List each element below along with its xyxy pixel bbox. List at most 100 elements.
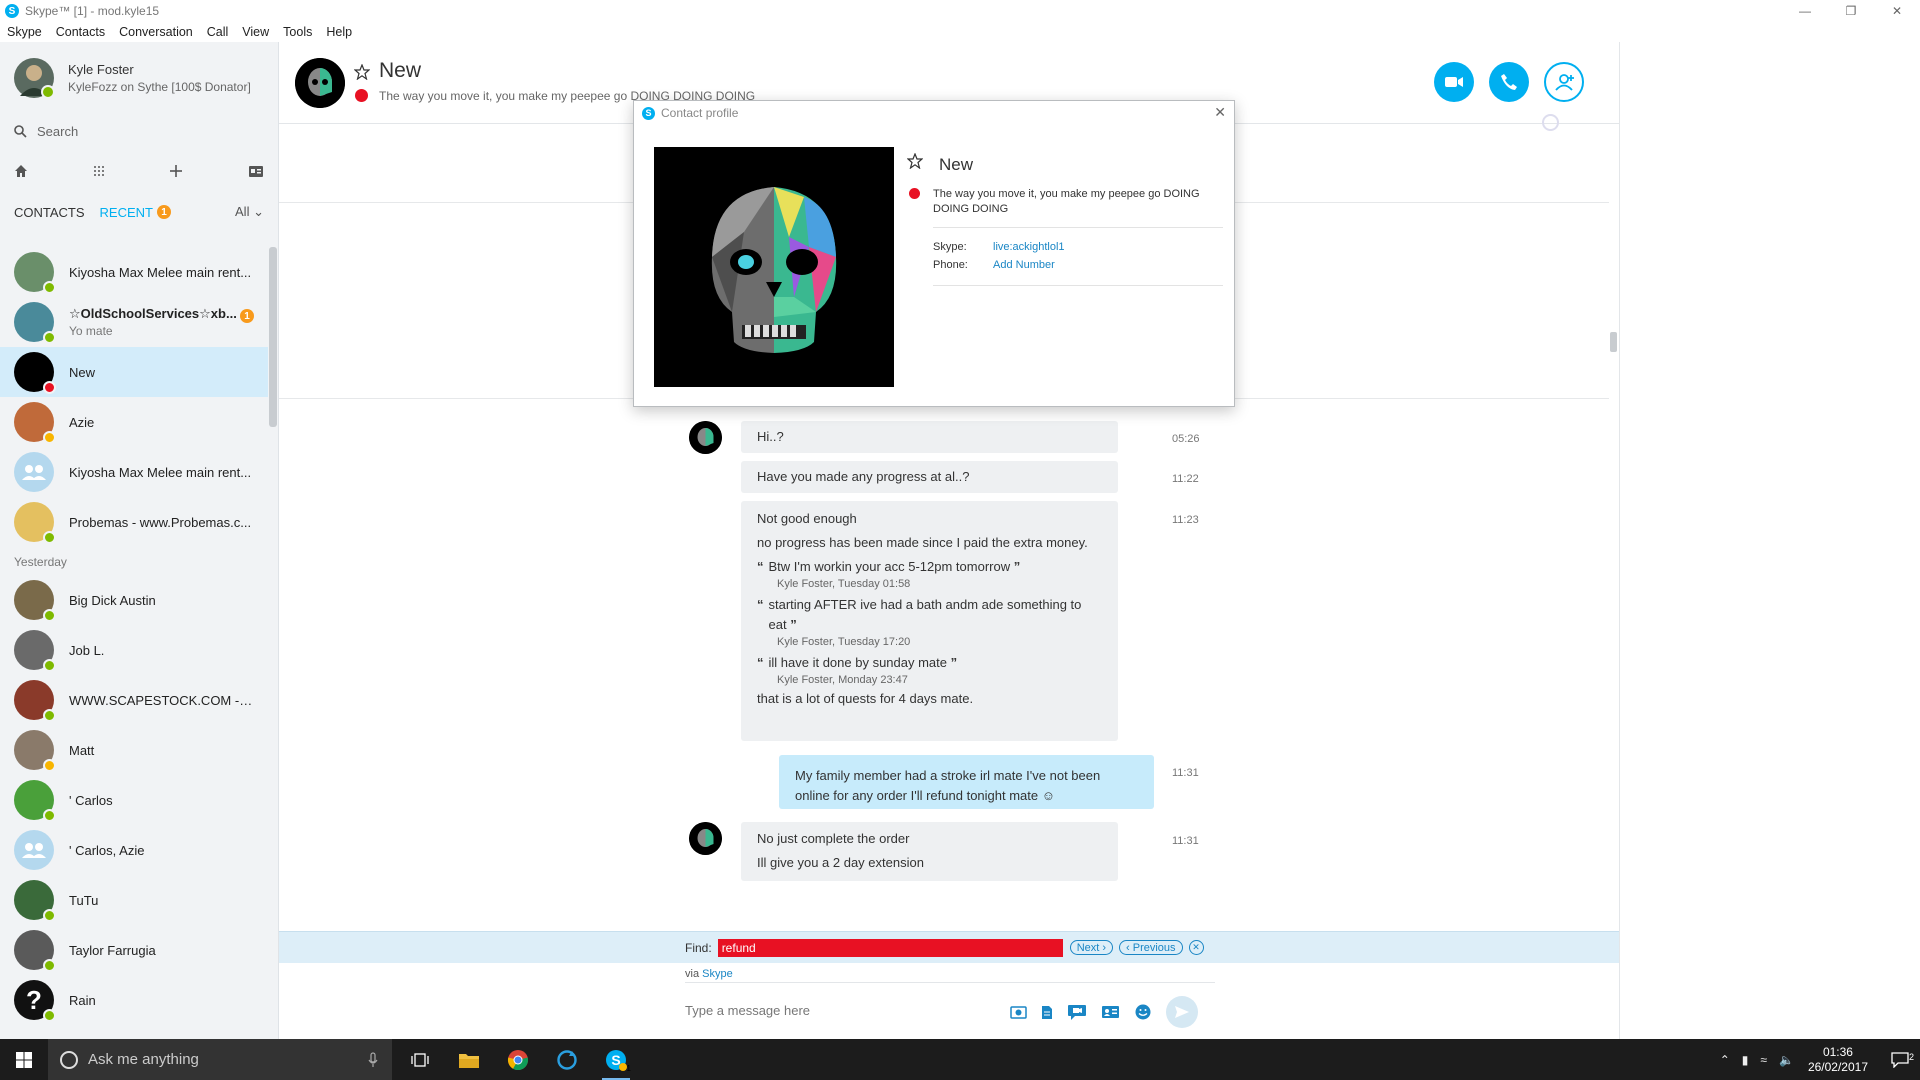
send-button[interactable] <box>1166 996 1198 1028</box>
file-explorer-button[interactable] <box>455 1046 483 1074</box>
contact-name: Big Dick Austin <box>69 592 156 608</box>
status-online-icon <box>43 809 56 822</box>
status-online-icon <box>43 709 56 722</box>
sidebar-item-contact[interactable]: Probemas - www.Probemas.c... <box>0 497 268 547</box>
add-icon[interactable] <box>169 164 183 178</box>
video-message-icon[interactable] <box>1067 1004 1087 1021</box>
conversation-scrollbar[interactable] <box>1610 332 1617 352</box>
send-image-icon[interactable] <box>1010 1005 1027 1019</box>
chevron-up-icon[interactable]: ⌃ <box>1720 1053 1730 1067</box>
group-icon <box>22 465 46 480</box>
via-label: via Skype <box>685 968 733 980</box>
message-bubble[interactable]: Not good enough no progress has been mad… <box>741 501 1118 741</box>
emoticon-icon[interactable] <box>1134 1003 1152 1021</box>
menu-call[interactable]: Call <box>200 25 236 39</box>
status-online-icon <box>43 659 56 672</box>
send-contact-icon[interactable] <box>1101 1005 1120 1019</box>
skype-taskbar-button[interactable]: S 1 <box>602 1046 631 1080</box>
message-bubble[interactable]: No just complete the order Ill give you … <box>741 822 1118 881</box>
favorite-star-icon[interactable] <box>354 64 370 80</box>
sync-app-button[interactable] <box>553 1046 581 1074</box>
dialpad-icon[interactable] <box>93 165 105 177</box>
sidebar-item-contact[interactable]: ' Carlos, Azie <box>0 825 268 875</box>
message-text: My family member had a stroke irl mate I… <box>795 767 1101 803</box>
find-input[interactable]: refund <box>717 938 1063 957</box>
menu-skype[interactable]: Skype <box>0 25 49 39</box>
contact-avatar <box>14 680 56 722</box>
minimize-button[interactable]: — <box>1782 0 1828 22</box>
tab-recent[interactable]: RECENT <box>100 205 153 220</box>
find-previous-button[interactable]: ‹ Previous <box>1119 940 1183 955</box>
sidebar-item-contact[interactable]: Azie <box>0 397 268 447</box>
restore-button[interactable]: ❐ <box>1828 0 1874 22</box>
send-file-icon[interactable] <box>1041 1005 1053 1020</box>
wifi-icon[interactable]: ≈ <box>1760 1053 1767 1067</box>
contact-name: Probemas - www.Probemas.c... <box>69 514 252 530</box>
add-number-link[interactable]: Add Number <box>993 259 1055 271</box>
menu-view[interactable]: View <box>235 25 276 39</box>
profile-picture <box>654 147 894 387</box>
contact-name: Kiyosha Max Melee main rent... <box>69 464 252 480</box>
close-icon[interactable]: ✕ <box>1188 940 1204 955</box>
message-bubble[interactable]: Have you made any progress at al..? <box>741 461 1118 493</box>
conversation-title: New <box>379 59 422 82</box>
quote-open-icon: “ <box>757 559 764 574</box>
sidebar-item-contact[interactable]: Big Dick Austin <box>0 575 268 625</box>
quote-close-icon: ” <box>790 617 797 632</box>
task-view-button[interactable] <box>406 1046 434 1074</box>
battery-icon[interactable]: ▮ <box>1742 1053 1749 1067</box>
start-button[interactable] <box>0 1039 48 1080</box>
home-icon[interactable] <box>14 164 28 178</box>
filter-dropdown[interactable]: All ⌄ <box>235 204 264 220</box>
volume-icon[interactable]: 🔈 <box>1779 1053 1794 1067</box>
find-next-button[interactable]: Next › <box>1069 940 1114 955</box>
audio-call-button[interactable] <box>1489 62 1529 102</box>
video-call-button[interactable] <box>1434 62 1474 102</box>
sidebar-item-contact[interactable]: ☆OldSchoolServices☆xb... Yo mate 1 <box>0 297 268 347</box>
via-service-link[interactable]: Skype <box>702 968 733 980</box>
sidebar-item-contact[interactable]: ' Carlos <box>0 775 268 825</box>
sidebar-item-contact[interactable]: Job L. <box>0 625 268 675</box>
day-separator: Yesterday <box>14 555 67 569</box>
status-away-icon <box>43 759 56 772</box>
sidebar-scrollbar[interactable] <box>269 247 277 427</box>
contacts-card-icon[interactable] <box>248 165 264 178</box>
menu-help[interactable]: Help <box>319 25 359 39</box>
message-input[interactable]: Type a message here <box>685 1003 810 1018</box>
message-text: that is a lot of quests for 4 days mate. <box>757 691 974 706</box>
svg-text:?: ? <box>26 985 42 1015</box>
send-arrow-icon <box>1175 1006 1189 1018</box>
quote-open-icon: “ <box>757 655 764 670</box>
sidebar-item-contact[interactable]: WWW.SCAPESTOCK.COM -RS... <box>0 675 268 725</box>
clock[interactable]: 01:36 26/02/2017 <box>1808 1045 1868 1075</box>
tab-contacts[interactable]: CONTACTS <box>14 205 85 220</box>
sidebar-item-contact[interactable]: Taylor Farrugia <box>0 925 268 975</box>
menu-tools[interactable]: Tools <box>276 25 319 39</box>
message-bubble[interactable]: Hi..? <box>741 421 1118 453</box>
chrome-button[interactable] <box>504 1046 532 1074</box>
sidebar-item-contact[interactable]: Kiyosha Max Melee main rent... <box>0 247 268 297</box>
contact-avatar[interactable] <box>295 58 345 108</box>
cortana-search[interactable]: Ask me anything <box>48 1039 392 1080</box>
task-view-icon <box>411 1052 429 1067</box>
menu-conversation[interactable]: Conversation <box>112 25 200 39</box>
sidebar-item-contact[interactable]: New <box>0 347 268 397</box>
skype-icon: S <box>606 1049 627 1071</box>
close-icon[interactable]: ✕ <box>1214 104 1226 121</box>
status-online-icon <box>43 531 56 544</box>
action-center-button[interactable]: 2 <box>1880 1052 1920 1068</box>
sidebar-item-contact[interactable]: Kiyosha Max Melee main rent... <box>0 447 268 497</box>
skype-id-link[interactable]: live:ackightlol1 <box>993 241 1065 253</box>
close-window-button[interactable]: ✕ <box>1874 0 1920 22</box>
sidebar-item-contact[interactable]: Matt <box>0 725 268 775</box>
sidebar-item-contact[interactable]: TuTu <box>0 875 268 925</box>
my-profile[interactable]: Kyle Foster KyleFozz on Sythe [100$ Dona… <box>14 58 251 98</box>
right-divider <box>1619 42 1620 1039</box>
my-message-bubble[interactable]: My family member had a stroke irl mate I… <box>779 755 1154 809</box>
sidebar-item-contact[interactable]: ? Rain <box>0 975 268 1025</box>
search-box[interactable]: Search <box>14 124 78 139</box>
microphone-icon[interactable] <box>368 1051 378 1068</box>
favorite-star-icon[interactable] <box>907 153 923 169</box>
add-people-button[interactable] <box>1544 62 1584 102</box>
menu-contacts[interactable]: Contacts <box>49 25 112 39</box>
